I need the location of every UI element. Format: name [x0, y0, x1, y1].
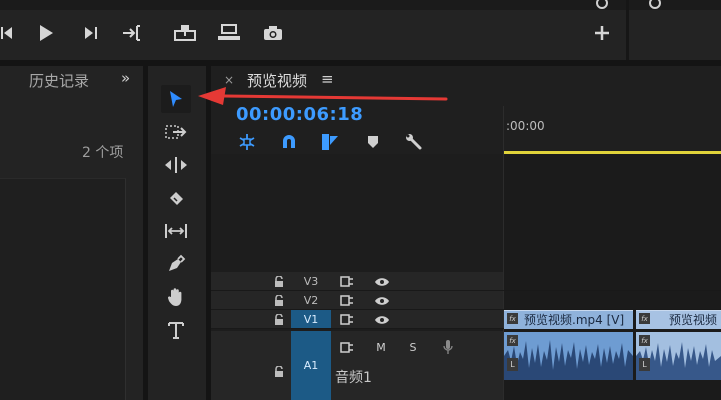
nest-toggle-icon[interactable] — [237, 132, 257, 152]
panel-menu-icon[interactable]: ≡ — [321, 70, 334, 88]
track-target-a1[interactable]: A1 — [291, 331, 331, 400]
insert-icon[interactable] — [172, 21, 198, 45]
video-clip[interactable]: fx 预览视频.mp4 [V] — [504, 310, 633, 329]
solo-button[interactable]: S — [406, 340, 420, 354]
timecode-display[interactable]: 00:00:06:18 — [236, 104, 363, 125]
fx-badge: fx — [639, 335, 650, 346]
history-panel: 历史记录 » 2 个项 — [0, 66, 143, 400]
track-select-tool-icon[interactable] — [161, 118, 191, 146]
monitor-bottom-strip — [0, 0, 721, 10]
go-to-out-icon[interactable] — [121, 21, 143, 45]
track-header — [211, 310, 503, 328]
play-icon[interactable] — [36, 21, 56, 45]
wrench-icon[interactable] — [404, 132, 424, 152]
pen-tool-icon[interactable] — [161, 250, 191, 278]
snap-icon[interactable] — [279, 132, 299, 152]
track-label[interactable]: V3 — [291, 272, 331, 290]
camera-icon[interactable] — [261, 21, 285, 45]
tools-panel — [148, 66, 206, 400]
lock-icon[interactable] — [274, 366, 284, 377]
audio-clip[interactable]: fx L — [504, 332, 633, 380]
mute-button[interactable]: M — [373, 340, 389, 354]
close-tab-icon[interactable]: × — [224, 73, 234, 87]
panel-divider — [626, 0, 629, 60]
track-row-v1: V1 fx 预览视频.mp4 [V] fx 预览视频 — [211, 310, 721, 329]
track-header — [211, 331, 503, 400]
sync-lock-icon[interactable] — [339, 275, 355, 288]
linked-selection-icon[interactable] — [320, 132, 340, 152]
track-header — [211, 272, 503, 290]
track-row-a1: A1 M S 音频1 fx L fx L — [211, 331, 721, 400]
fx-badge: fx — [507, 335, 518, 346]
program-monitor-controls — [0, 0, 721, 60]
step-forward-icon[interactable] — [81, 21, 101, 45]
track-label[interactable]: V2 — [291, 291, 331, 309]
fx-badge: fx — [507, 313, 518, 324]
time-ruler[interactable]: :00:00 — [503, 106, 721, 154]
track-header — [211, 291, 503, 309]
history-list[interactable] — [0, 178, 126, 400]
timeline-panel: × 预览视频 ≡ 00:00:06:18 :00:00 V3 V2 V1 fx … — [211, 66, 721, 400]
clip-name: 预览视频 — [669, 313, 718, 327]
sequence-tab[interactable]: 预览视频 — [247, 70, 307, 91]
track-row-v3: V3 — [211, 272, 721, 291]
step-back-icon[interactable] — [0, 21, 14, 45]
channel-label: L — [639, 358, 650, 371]
lock-icon[interactable] — [274, 295, 284, 306]
video-clip[interactable]: fx 预览视频 — [636, 310, 721, 329]
audio-track-name[interactable]: 音频1 — [335, 367, 372, 387]
ruler-time-label: :00:00 — [506, 119, 545, 133]
slip-tool-icon[interactable] — [161, 217, 191, 245]
clip-name: 预览视频.mp4 [V] — [524, 313, 625, 327]
fx-badge: fx — [639, 313, 650, 324]
sync-lock-icon[interactable] — [339, 313, 355, 326]
selection-tool-icon[interactable] — [161, 85, 191, 113]
add-marker-icon[interactable] — [363, 132, 383, 152]
eye-icon[interactable] — [373, 294, 391, 307]
overwrite-icon[interactable] — [216, 21, 242, 45]
track-row-v2: V2 — [211, 291, 721, 310]
add-button-icon[interactable] — [592, 21, 612, 45]
history-item-count: 2 个项 — [82, 145, 124, 161]
channel-label: L — [507, 358, 518, 371]
audio-clip[interactable]: fx L — [636, 332, 721, 380]
eye-icon[interactable] — [373, 275, 391, 288]
panel-overflow-icon[interactable]: » — [121, 69, 130, 87]
history-panel-title[interactable]: 历史记录 — [29, 70, 89, 91]
lock-icon[interactable] — [274, 276, 284, 287]
hand-tool-icon[interactable] — [161, 283, 191, 311]
track-target-v1[interactable]: V1 — [291, 310, 331, 328]
ripple-edit-tool-icon[interactable] — [161, 151, 191, 179]
eye-icon[interactable] — [373, 313, 391, 326]
lock-icon[interactable] — [274, 314, 284, 325]
sync-lock-icon[interactable] — [339, 294, 355, 307]
audio-waveform — [504, 340, 633, 380]
microphone-icon[interactable] — [441, 339, 455, 355]
razor-tool-icon[interactable] — [161, 184, 191, 212]
type-tool-icon[interactable] — [161, 316, 191, 344]
sync-lock-icon[interactable] — [339, 341, 355, 354]
